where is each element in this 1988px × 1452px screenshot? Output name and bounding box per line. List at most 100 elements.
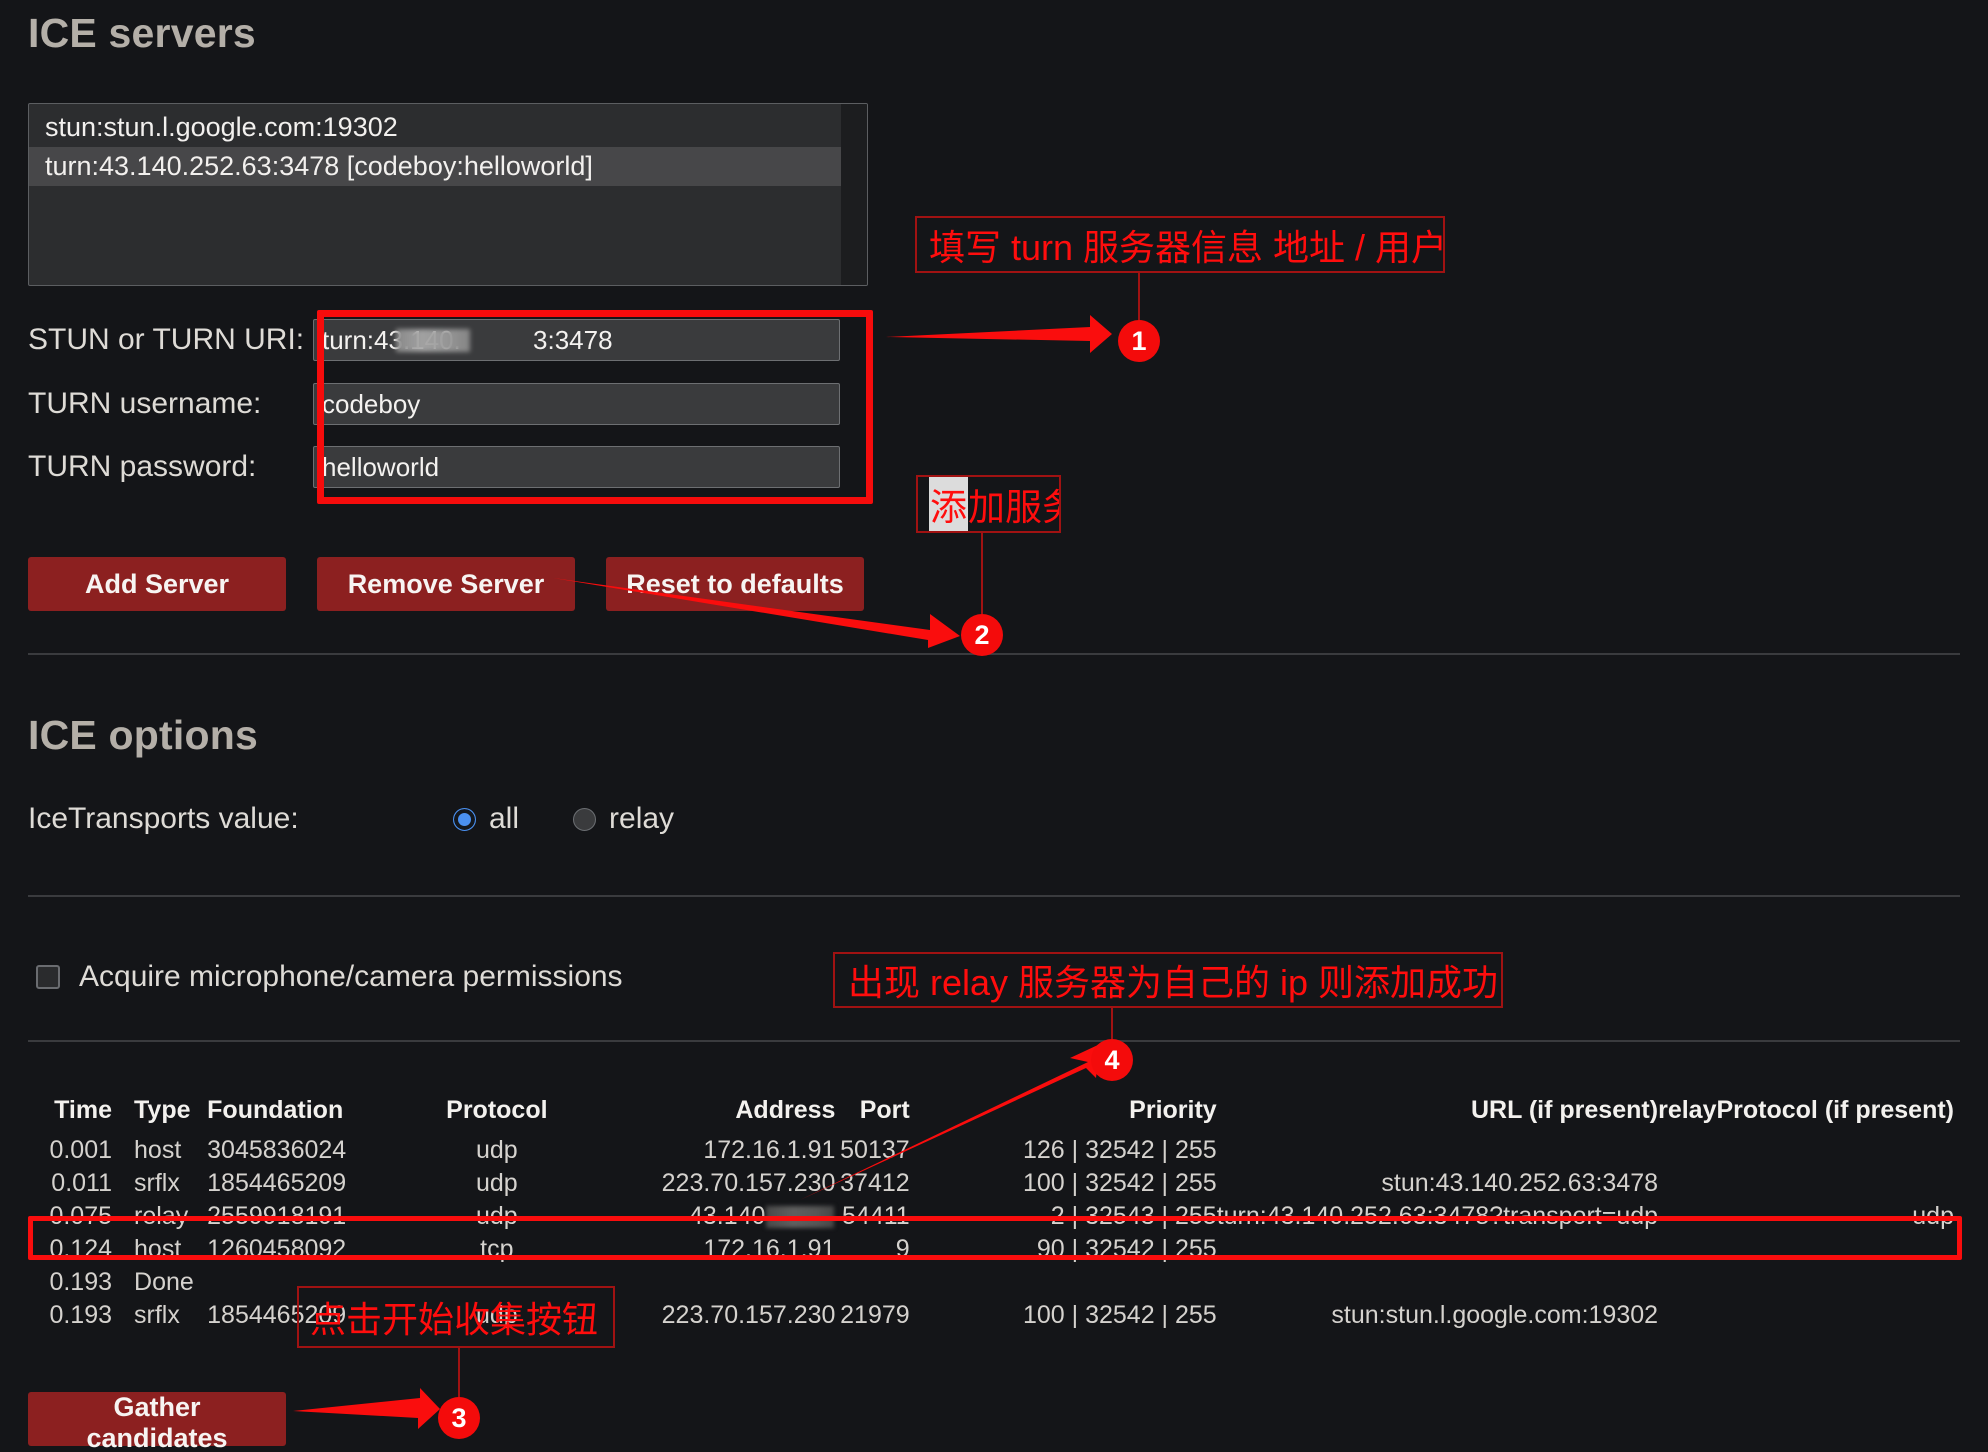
cell-priority: 100 | 32542 | 255: [1022, 1169, 1217, 1197]
header-time: Time: [54, 1096, 113, 1124]
cell-protocol: udp: [476, 1301, 518, 1329]
cell-priority: 100 | 32542 | 255: [1022, 1301, 1217, 1329]
cell-foundation: 2559918191: [207, 1202, 347, 1230]
header-type: Type: [134, 1096, 191, 1124]
ice-transports-row: IceTransports value: all relay: [28, 802, 728, 836]
radio-relay-icon[interactable]: [573, 807, 597, 831]
address-redaction-blur: [766, 1206, 835, 1229]
remove-server-button[interactable]: Remove Server: [317, 557, 575, 611]
callout-2-stem: [981, 533, 983, 614]
cell-time: 0.193: [49, 1268, 113, 1296]
callout-3-marker: 3: [438, 1397, 480, 1439]
callout-1-marker: 1: [1118, 320, 1160, 362]
table-row: 0.193 Done: [44, 1266, 1954, 1299]
server-list-scrollbar[interactable]: [841, 104, 867, 285]
cell-protocol: [417, 1266, 576, 1299]
callout-2-marker: 2: [961, 614, 1003, 656]
cell-relay-protocol: udp: [1912, 1202, 1954, 1230]
callout-2-text-highlight: 添: [929, 477, 968, 531]
header-address: Address: [735, 1096, 836, 1124]
header-protocol: Protocol: [446, 1096, 548, 1124]
cell-url: [1217, 1134, 1658, 1167]
cell-protocol: udp: [476, 1136, 518, 1164]
header-port: Port: [859, 1096, 910, 1124]
password-row: TURN password:: [28, 445, 840, 489]
ice-servers-heading: ICE servers: [28, 10, 256, 56]
callout-1-stem: [1138, 273, 1140, 320]
cell-foundation: 1854465209: [207, 1169, 347, 1197]
turn-username-input[interactable]: [313, 383, 840, 425]
acquire-permissions-checkbox[interactable]: [36, 965, 60, 989]
cell-priority: [938, 1266, 1217, 1299]
cell-time: 0.193: [49, 1301, 113, 1329]
ice-servers-list[interactable]: stun:stun.l.google.com:19302 turn:43.140.…: [28, 103, 868, 286]
cell-relay-protocol: [1658, 1266, 1954, 1299]
cell-priority: 90 | 32542 | 255: [1036, 1235, 1217, 1263]
username-label: TURN username:: [28, 387, 262, 420]
callout-2-text-rest: 加服务: [968, 487, 1059, 528]
cell-relay-protocol: [1658, 1134, 1954, 1167]
cell-url: stun:stun.l.google.com:19302: [1331, 1301, 1659, 1329]
cell-time: 0.124: [49, 1235, 113, 1263]
cell-port: 9: [895, 1235, 910, 1263]
ice-demo-page: ICE servers stun:stun.l.google.com:19302…: [0, 0, 1988, 1452]
callout-1-box: 填写 turn 服务器信息 地址 / 用户名 / 密码: [915, 216, 1445, 273]
cell-protocol: udp: [476, 1202, 518, 1230]
cell-time: 0.011: [51, 1169, 113, 1197]
cell-address: 223.70.157.230: [661, 1169, 836, 1197]
cell-port: 37412: [840, 1169, 910, 1197]
cell-address: 223.70.157.230: [661, 1301, 836, 1329]
radio-option-relay[interactable]: relay: [573, 802, 674, 836]
divider-1: [28, 653, 1960, 655]
callout-4-box: 出现 relay 服务器为自己的 ip 则添加成功: [833, 952, 1503, 1008]
cell-priority: 2 | 32543 | 255: [1050, 1202, 1217, 1230]
radio-relay-label: relay: [609, 802, 675, 835]
cell-type: srflx: [134, 1301, 180, 1329]
cell-address: 172.16.1.91: [703, 1136, 836, 1164]
callout-4-text: 出现 relay 服务器为自己的 ip 则添加成功: [848, 962, 1499, 1003]
add-server-button[interactable]: Add Server: [28, 557, 286, 611]
cell-type: host: [134, 1235, 182, 1263]
radio-option-all[interactable]: all: [453, 802, 519, 836]
header-relay-protocol: relayProtocol (if present): [1658, 1096, 1954, 1124]
table-row: 0.124 host 1260458092 tcp 172.16.1.91 9 90 | 3…: [44, 1233, 1954, 1266]
cell-url: [1217, 1266, 1658, 1299]
table-row: 0.011 srflx 1854465209 udp 223.70.157.230 374…: [44, 1167, 1954, 1200]
callout-1-text: 填写 turn 服务器信息 地址 / 用户名 / 密码: [929, 226, 1445, 268]
server-list-option[interactable]: stun:stun.l.google.com:19302: [29, 108, 867, 147]
cell-foundation: 1854465209: [207, 1301, 347, 1329]
cell-foundation: [207, 1266, 417, 1299]
callout-2-box: 添加服务: [916, 475, 1061, 533]
cell-port: 50137: [840, 1136, 910, 1164]
callout-4-marker: 4: [1091, 1039, 1133, 1081]
header-foundation: Foundation: [207, 1096, 344, 1124]
server-list-option[interactable]: turn:43.140.252.63:3478 [codeboy:hellowo…: [29, 147, 867, 187]
callout-3-stem: [458, 1348, 460, 1397]
acquire-permissions-row[interactable]: Acquire microphone/camera permissions: [36, 960, 623, 994]
ice-transports-label: IceTransports value:: [28, 802, 299, 835]
cell-address: [576, 1266, 835, 1299]
stun-turn-uri-input[interactable]: [313, 319, 840, 361]
header-priority: Priority: [1129, 1096, 1217, 1124]
cell-type: host: [134, 1136, 182, 1164]
reset-to-defaults-button[interactable]: Reset to defaults: [606, 557, 864, 611]
cell-url: [1217, 1233, 1658, 1266]
cell-address: 172.16.1.91: [703, 1235, 836, 1263]
cell-type: Done: [134, 1268, 194, 1296]
uri-row: STUN or TURN URI:: [28, 318, 840, 362]
turn-password-input[interactable]: [313, 446, 840, 488]
username-row: TURN username:: [28, 382, 840, 426]
divider-2: [28, 895, 1960, 897]
cell-priority: 126 | 32542 | 255: [1022, 1136, 1217, 1164]
table-header-row: Time Type Foundation Protocol Address Po…: [44, 1096, 1954, 1134]
gather-candidates-button[interactable]: Gather candidates: [28, 1392, 286, 1452]
cell-relay-protocol: [1658, 1299, 1954, 1332]
cell-address: 43.140: [576, 1200, 835, 1233]
acquire-permissions-label: Acquire microphone/camera permissions: [79, 960, 623, 993]
divider-3: [28, 1040, 1960, 1042]
cell-time: 0.075: [49, 1202, 113, 1230]
cell-foundation: 3045836024: [207, 1136, 347, 1164]
cell-protocol: udp: [476, 1169, 518, 1197]
cell-port: 54411: [842, 1202, 910, 1230]
radio-all-icon[interactable]: [453, 807, 476, 831]
